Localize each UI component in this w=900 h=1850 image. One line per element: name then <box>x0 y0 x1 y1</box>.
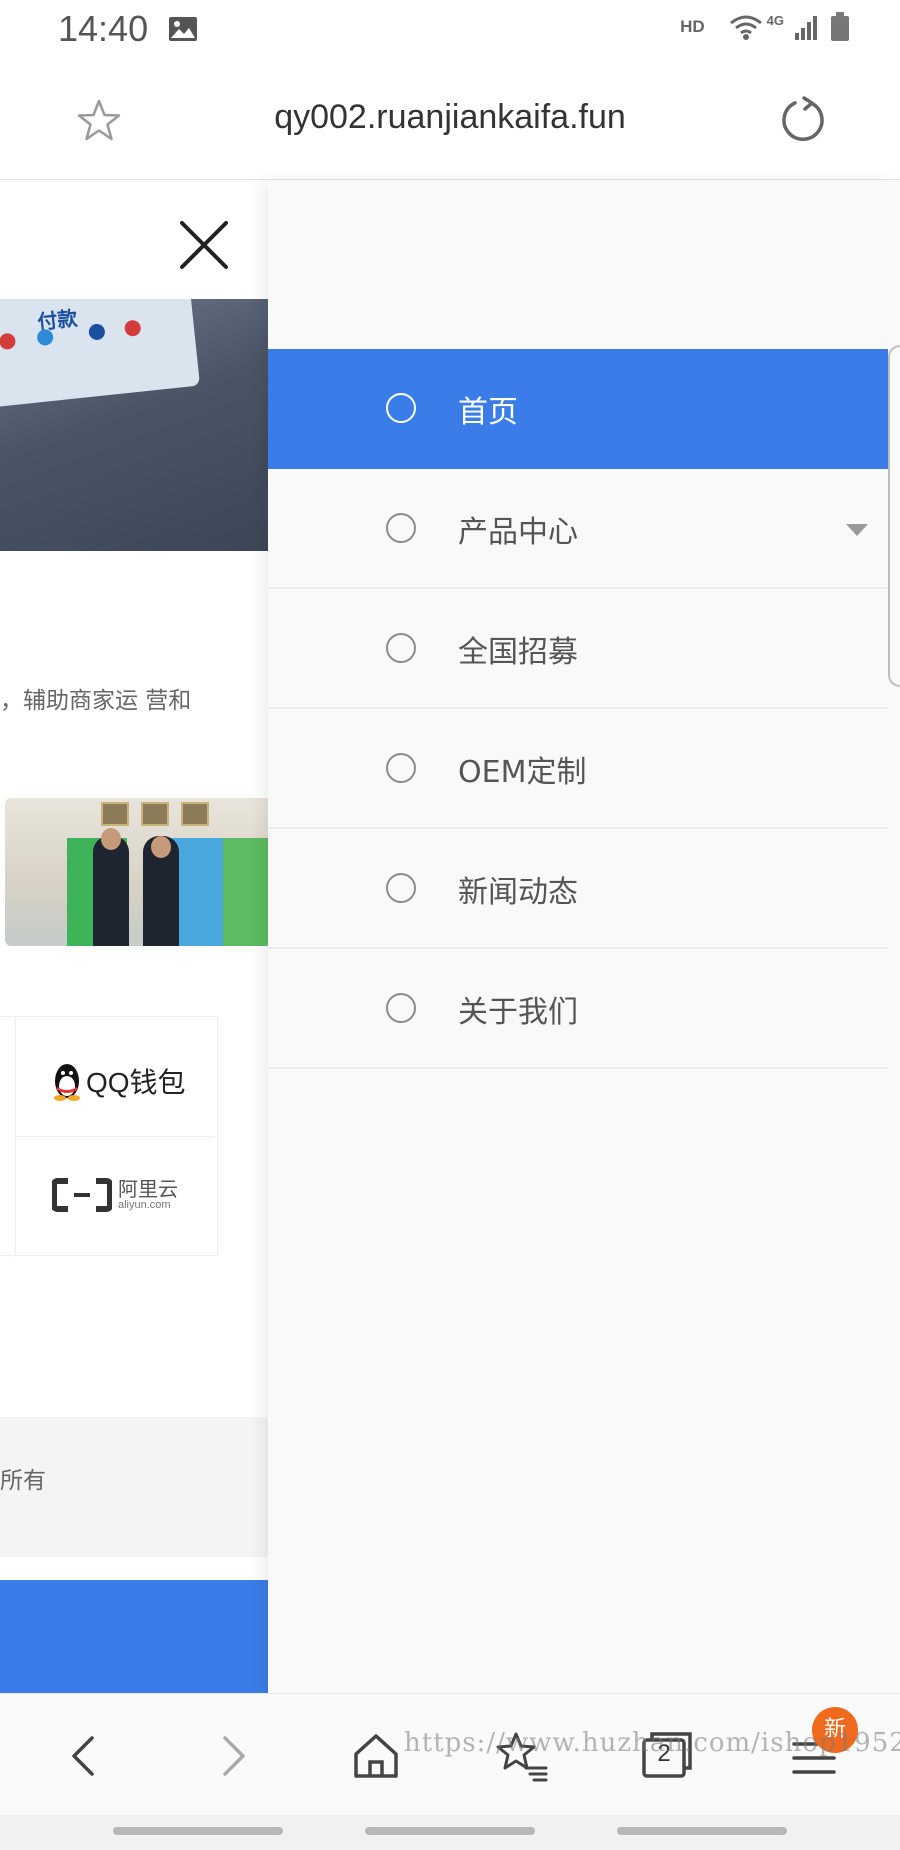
partner-grid: QQ钱包 阿里云 aliyun.com <box>0 1016 218 1257</box>
bottom-action-bar[interactable] <box>0 1580 268 1693</box>
person-head <box>101 828 121 850</box>
close-icon[interactable] <box>176 217 232 273</box>
url-address[interactable]: qy002.ruanjiankaifa.fun <box>0 98 900 137</box>
team-photo <box>5 798 268 946</box>
network-label: HD <box>680 17 705 36</box>
partner-cell-aliyun: 阿里云 aliyun.com <box>15 1137 215 1257</box>
status-bar: 14:40 HD 4G <box>0 0 900 62</box>
home-icon[interactable] <box>348 1728 404 1784</box>
status-indicators: HD 4G <box>680 12 850 42</box>
nav-item-label: OEM定制 <box>458 755 587 790</box>
aliyun-text: 阿里云 aliyun.com <box>118 1176 178 1212</box>
radio-circle-icon <box>386 393 416 423</box>
nav-item-label: 全国招募 <box>458 635 578 670</box>
nav-drawer: 首页 产品中心 全国招募 OEM定制 新闻动态 关于我们 <box>268 181 900 1693</box>
partner-cell-qq: QQ钱包 <box>15 1017 215 1137</box>
drawer-scroll-edge <box>888 345 900 687</box>
cellular-label: 4G <box>766 12 784 28</box>
person <box>93 836 129 946</box>
wifi-icon <box>729 15 762 40</box>
nav-menu: 首页 产品中心 全国招募 OEM定制 新闻动态 关于我们 <box>268 349 888 1069</box>
gesture-bar <box>0 1815 900 1850</box>
nav-item-products[interactable]: 产品中心 <box>268 469 888 589</box>
wall-plaque <box>141 802 169 826</box>
watermark-text: https://www.huzhan.com/ishop19520 <box>404 1728 900 1758</box>
radio-circle-icon <box>386 633 416 663</box>
aliyun-logo: 阿里云 aliyun.com <box>52 1177 178 1213</box>
page-footer: 所有 <box>0 1417 268 1557</box>
reload-icon[interactable] <box>778 95 828 145</box>
person-head <box>151 836 171 858</box>
caret-down-icon[interactable] <box>846 524 868 536</box>
payment-logo-icon <box>36 328 54 347</box>
payment-card: 付款 <box>0 299 201 408</box>
qq-penguin-icon <box>54 1064 80 1101</box>
nav-item-label: 产品中心 <box>458 515 578 550</box>
nav-item-label: 新闻动态 <box>458 875 578 910</box>
radio-circle-icon <box>386 513 416 543</box>
signal-icon <box>795 16 817 40</box>
nav-item-oem[interactable]: OEM定制 <box>268 709 888 829</box>
qq-wallet-logo: QQ钱包 <box>52 1061 186 1101</box>
aliyun-en-label: aliyun.com <box>118 1198 171 1211</box>
poster <box>223 838 268 946</box>
nav-item-label: 关于我们 <box>458 995 578 1030</box>
footer-text: 所有 <box>0 1468 46 1494</box>
gesture-pill-center[interactable] <box>365 1827 535 1835</box>
forward-icon[interactable] <box>203 1728 259 1784</box>
wall-plaque <box>101 802 129 826</box>
wall-plaque <box>181 802 209 826</box>
nav-item-home[interactable]: 首页 <box>268 349 888 469</box>
radio-circle-icon <box>386 993 416 1023</box>
battery-icon <box>831 12 849 41</box>
gesture-pill-left[interactable] <box>113 1827 283 1835</box>
gesture-pill-right[interactable] <box>617 1827 787 1835</box>
banner-image: 付款 <box>0 299 268 551</box>
nav-item-label: 首页 <box>458 395 518 430</box>
nav-item-news[interactable]: 新闻动态 <box>268 829 888 949</box>
back-icon[interactable] <box>58 1728 114 1784</box>
radio-circle-icon <box>386 873 416 903</box>
payment-logo-icon <box>0 332 17 351</box>
image-icon <box>169 17 197 41</box>
nav-item-about[interactable]: 关于我们 <box>268 949 888 1069</box>
aliyun-cn-label: 阿里云 <box>118 1176 178 1201</box>
radio-circle-icon <box>386 753 416 783</box>
aliyun-brackets-icon <box>52 1178 112 1212</box>
url-bar: qy002.ruanjiankaifa.fun <box>0 62 900 180</box>
payment-logo-icon <box>88 323 106 341</box>
status-time: 14:40 <box>58 8 149 49</box>
nav-item-recruit[interactable]: 全国招募 <box>268 589 888 709</box>
background-page: 付款 ，辅助商家运 营和 QQ钱包 阿里云 aliyun.com 所有 <box>0 181 268 1693</box>
qq-wallet-label: QQ钱包 <box>86 1067 186 1098</box>
intro-text: ，辅助商家运 营和 <box>0 688 192 714</box>
payment-logo-icon <box>123 319 142 337</box>
